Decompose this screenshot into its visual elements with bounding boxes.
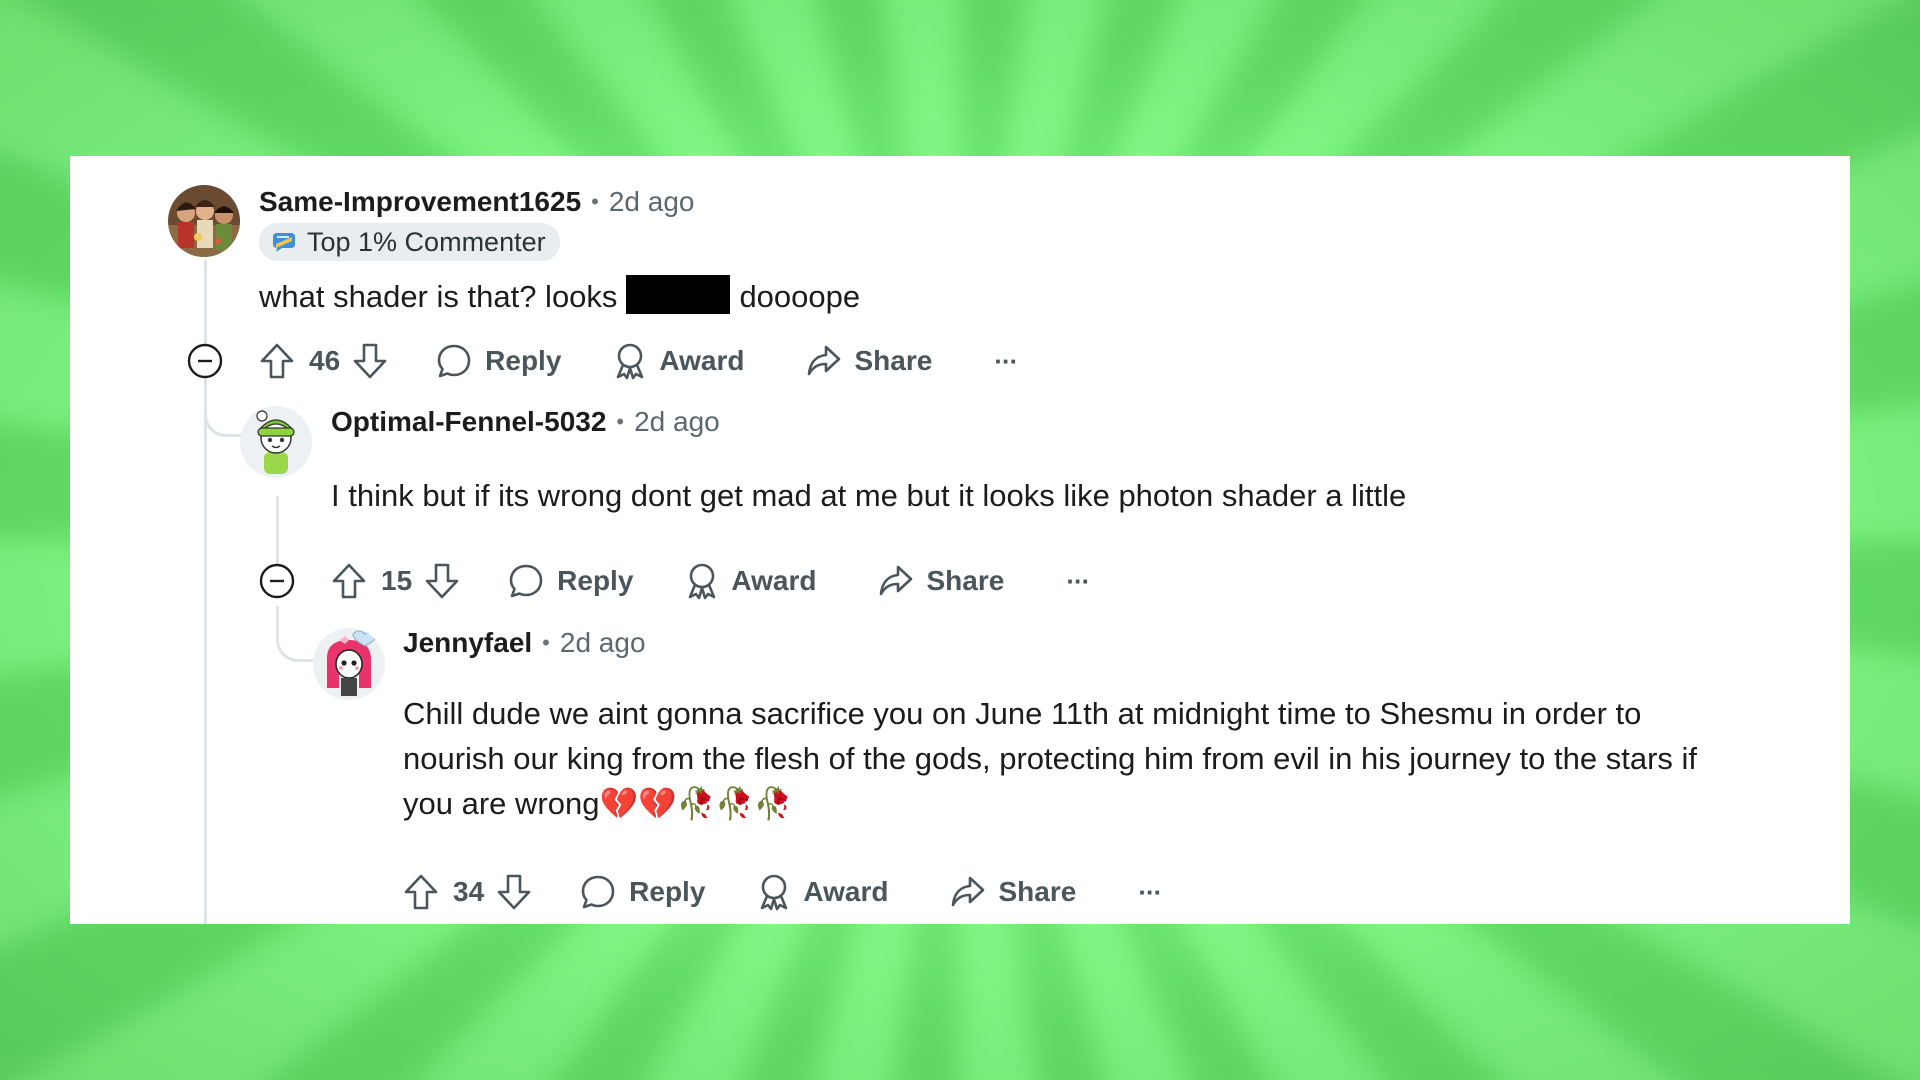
upvote-button[interactable] <box>403 873 439 911</box>
share-arrow-icon <box>808 345 841 376</box>
meta-separator: • <box>542 630 550 655</box>
more-options-button[interactable]: ··· <box>1066 565 1090 597</box>
comment-text: I think but if its wrong dont get mad at… <box>331 478 1407 513</box>
timestamp[interactable]: 2d ago <box>609 186 695 218</box>
comment-text: what shader is that? looks <box>259 279 618 314</box>
comment-text-line: nourish our king from the flesh of the g… <box>403 741 1698 776</box>
award-ribbon-icon <box>761 874 788 911</box>
share-label: Share <box>926 565 1005 596</box>
reply-label: Reply <box>485 345 562 376</box>
reply-button[interactable]: Reply <box>436 343 561 379</box>
reply-button[interactable]: Reply <box>580 874 705 910</box>
share-label: Share <box>998 876 1077 907</box>
award-ribbon-icon <box>617 343 644 380</box>
downvote-button[interactable] <box>424 562 460 600</box>
comment-3-meta: Jennyfael • 2d ago <box>403 627 646 659</box>
meta-separator: • <box>591 189 599 214</box>
upvote-arrow-icon <box>260 343 294 379</box>
award-ribbon-icon <box>689 563 716 600</box>
comment-2-body: I think but if its wrong dont get mad at… <box>331 473 1406 518</box>
username[interactable]: Same-Improvement1625 <box>259 186 581 218</box>
more-options-label: ··· <box>1066 565 1090 596</box>
reply-button[interactable]: Reply <box>508 563 633 599</box>
more-options-button[interactable]: ··· <box>994 345 1018 377</box>
top-commenter-badge[interactable]: Top 1% Commenter <box>259 223 560 261</box>
more-options-button[interactable]: ··· <box>1138 876 1162 908</box>
reply-label: Reply <box>557 565 634 596</box>
comment-2-actions: 15 Reply Award Share ··· <box>331 558 1090 604</box>
collapse-minus-icon <box>187 343 223 379</box>
comment-1-meta: Same-Improvement1625 • 2d ago <box>259 186 695 218</box>
award-button[interactable]: Award <box>613 342 744 380</box>
avatar-image <box>168 185 240 257</box>
avatar-same-improvement[interactable] <box>168 185 240 257</box>
username[interactable]: Jennyfael <box>403 627 532 659</box>
share-button[interactable]: Share <box>806 344 932 378</box>
share-button[interactable]: Share <box>950 875 1076 909</box>
comment-text-line: you are wrong💔💔🥀🥀🥀 <box>403 786 793 821</box>
comment-2-meta: Optimal-Fennel-5032 • 2d ago <box>331 406 720 438</box>
badge-label: Top 1% Commenter <box>307 226 546 257</box>
comment-thread-card: Same-Improvement1625 • 2d ago Top 1% Com… <box>70 156 1850 924</box>
avatar-optimal-fennel[interactable] <box>240 406 312 478</box>
award-label: Award <box>659 345 745 376</box>
upvote-button[interactable] <box>331 562 367 600</box>
downvote-arrow-icon <box>497 874 531 910</box>
username[interactable]: Optimal-Fennel-5032 <box>331 406 606 438</box>
share-label: Share <box>854 345 933 376</box>
comment-bubble-icon <box>581 875 615 909</box>
more-options-label: ··· <box>994 345 1018 376</box>
collapse-thread-button[interactable] <box>259 563 295 599</box>
avatar-jennyfael[interactable] <box>313 628 385 700</box>
upvote-arrow-icon <box>404 874 438 910</box>
share-arrow-icon <box>880 565 913 596</box>
comment-bubble-icon <box>437 344 471 378</box>
more-options-label: ··· <box>1138 876 1162 907</box>
award-button[interactable]: Award <box>757 873 888 911</box>
comment-text-line: Chill dude we aint gonna sacrifice you o… <box>403 696 1642 731</box>
comment-3-actions: 34 Reply Award Share ··· <box>403 869 1162 915</box>
downvote-arrow-icon <box>353 343 387 379</box>
comment-3-body: Chill dude we aint gonna sacrifice you o… <box>403 691 1697 826</box>
award-button[interactable]: Award <box>685 562 816 600</box>
timestamp[interactable]: 2d ago <box>634 406 720 438</box>
reply-label: Reply <box>629 876 706 907</box>
vote-count: 15 <box>381 565 413 596</box>
vote-count: 34 <box>453 876 485 907</box>
downvote-arrow-icon <box>425 563 459 599</box>
share-button[interactable]: Share <box>878 564 1004 598</box>
comment-1-actions: 46 Reply Award Share ··· <box>259 338 1018 384</box>
comment-bubble-icon <box>509 564 543 598</box>
commenter-badge-icon <box>273 233 295 252</box>
collapse-minus-icon <box>259 563 295 599</box>
timestamp[interactable]: 2d ago <box>560 627 646 659</box>
meta-separator: • <box>616 409 625 434</box>
downvote-button[interactable] <box>496 873 532 911</box>
avatar-image <box>313 628 385 700</box>
comment-1-body: what shader is that? looks doooope <box>259 274 860 319</box>
share-arrow-icon <box>952 876 985 907</box>
avatar-image <box>240 406 312 478</box>
award-label: Award <box>731 565 817 596</box>
redaction-box <box>626 275 731 315</box>
vote-count: 46 <box>309 345 341 376</box>
downvote-button[interactable] <box>352 342 388 380</box>
upvote-button[interactable] <box>259 342 295 380</box>
comment-text-continued: doooope <box>739 279 861 314</box>
award-label: Award <box>803 876 889 907</box>
upvote-arrow-icon <box>332 563 366 599</box>
collapse-thread-button[interactable] <box>187 343 223 379</box>
